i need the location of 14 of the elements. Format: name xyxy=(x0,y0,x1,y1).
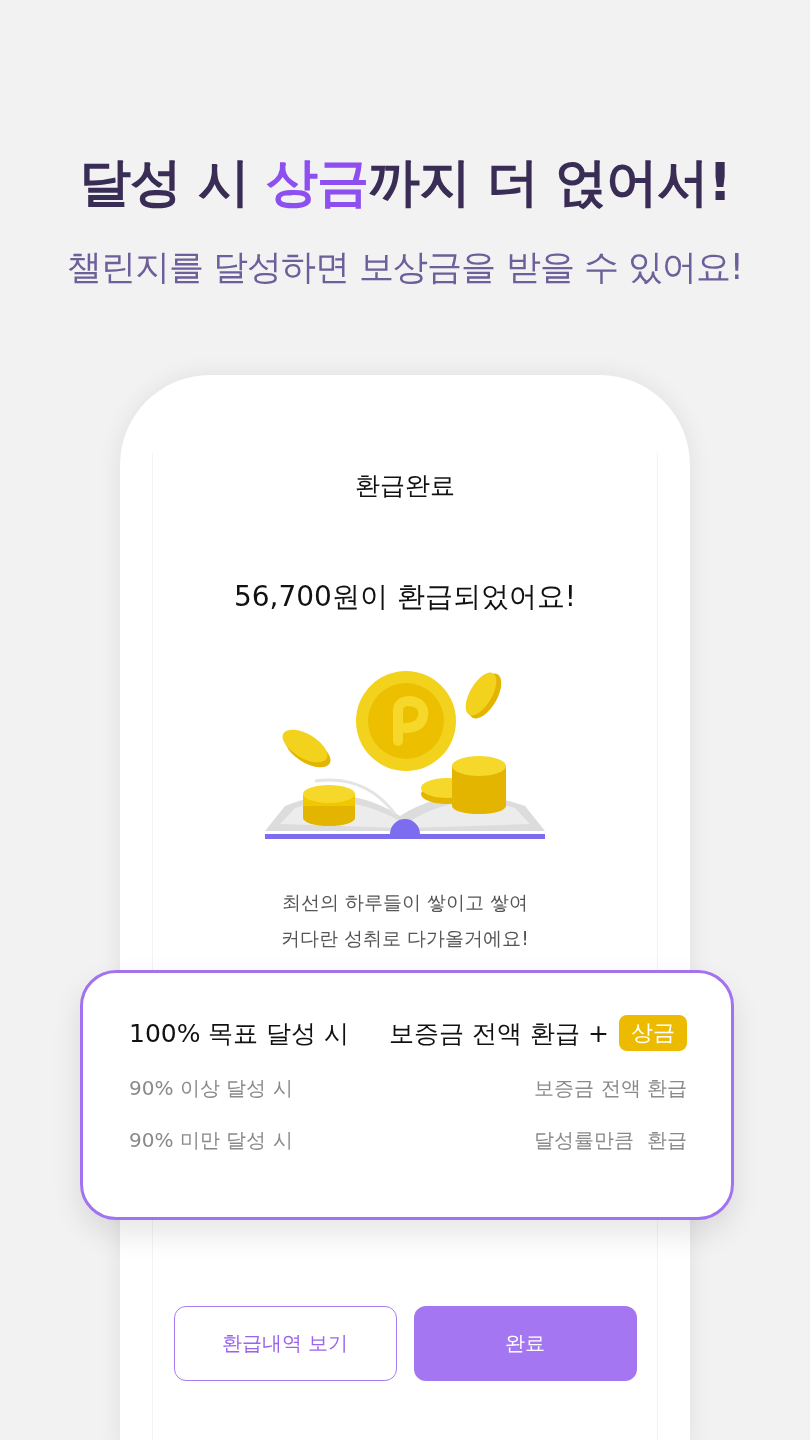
condition-text: 100% 목표 달성 시 xyxy=(129,1017,350,1050)
done-button[interactable]: 완료 xyxy=(413,1306,637,1381)
encouragement-text: 최선의 하루들이 쌓이고 쌓여 커다란 성취로 다가올거에요! xyxy=(281,890,529,951)
screen-title: 환급완료 xyxy=(355,470,455,502)
subtitle: 챌린지를 달성하면 보상금을 받을 수 있어요! xyxy=(67,246,743,289)
refund-history-button[interactable]: 환급내역 보기 xyxy=(173,1306,397,1381)
reward-text: 달성률만큼 환급 xyxy=(534,1126,687,1154)
reward-text: 보증금 전액 환급 xyxy=(534,1074,687,1102)
condition-text: 90% 미만 달성 시 xyxy=(129,1126,293,1154)
condition-text: 90% 이상 달성 시 xyxy=(129,1074,293,1102)
headline: 달성 시 상금까지 더 얹어서! xyxy=(78,151,732,214)
reward-text: 보증금 전액 환급 + xyxy=(389,1017,609,1050)
prize-badge: 상금 xyxy=(619,1015,687,1051)
refund-message: 56,700원이 환급되었어요! xyxy=(233,579,577,615)
